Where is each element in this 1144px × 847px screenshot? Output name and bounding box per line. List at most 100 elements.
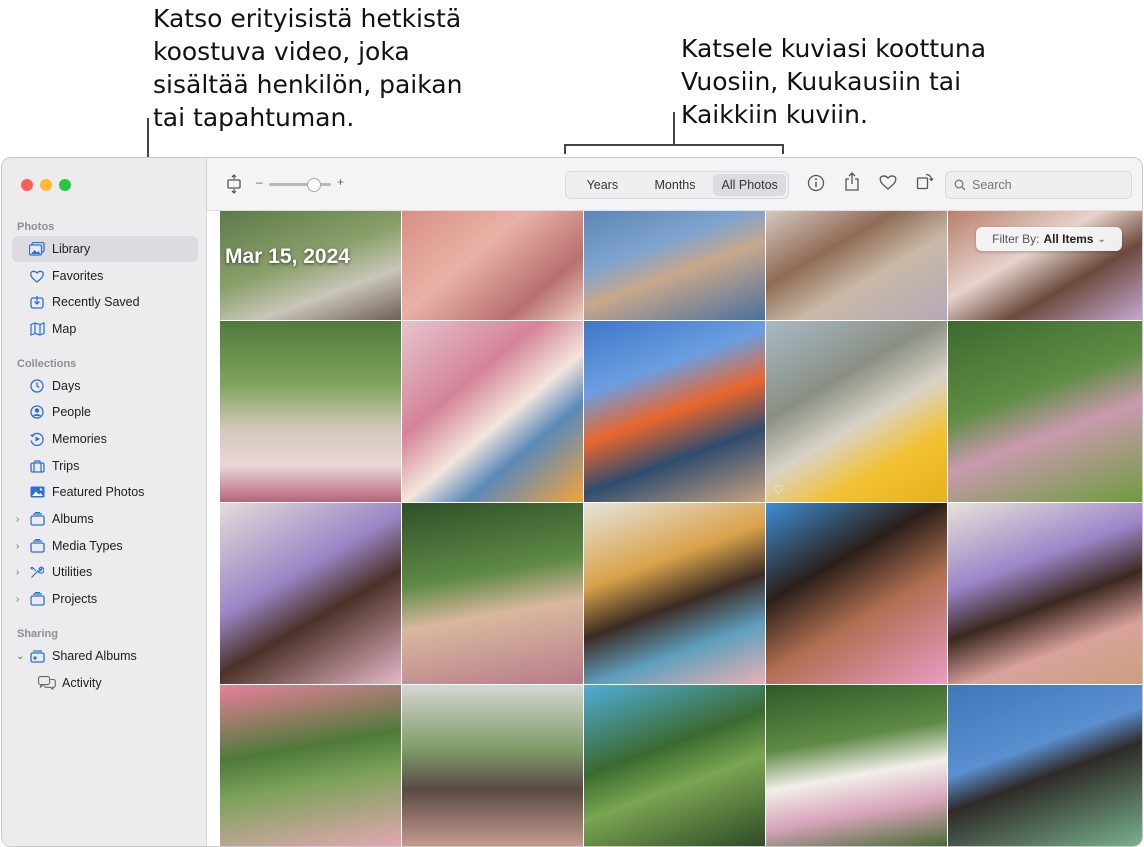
photo-thumbnail[interactable] xyxy=(584,685,765,846)
photo-thumbnail[interactable] xyxy=(766,503,947,684)
leader-line-views-right xyxy=(782,144,784,154)
chevron-down-icon: ⌄ xyxy=(1097,233,1106,245)
zoom-slider-knob[interactable] xyxy=(307,178,321,192)
photo-thumbnail[interactable] xyxy=(402,321,583,502)
leader-line-views-v xyxy=(673,112,675,145)
sidebar-item-featured-photos[interactable]: Featured Photos xyxy=(12,479,198,505)
search-icon xyxy=(954,179,966,191)
search-input[interactable] xyxy=(970,177,1124,193)
section-photos: Photos xyxy=(17,221,55,233)
section-collections: Collections xyxy=(17,358,77,370)
close-button[interactable] xyxy=(21,179,33,191)
photo-thumbnail[interactable] xyxy=(220,503,401,684)
filter-label: Filter By: xyxy=(992,232,1040,246)
share-icon[interactable] xyxy=(844,172,864,192)
photo-thumbnail[interactable] xyxy=(948,503,1142,684)
sidebar-item-label: Recently Saved xyxy=(52,295,140,309)
filter-value: All Items xyxy=(1043,232,1094,246)
sidebar-item-label: Projects xyxy=(52,592,98,606)
photo-thumbnail[interactable] xyxy=(402,503,583,684)
sidebar-item-days[interactable]: Days xyxy=(12,373,198,399)
zoom-slider[interactable] xyxy=(269,178,331,192)
sidebar-item-memories[interactable]: Memories xyxy=(12,426,198,452)
sidebar-item-label: Days xyxy=(52,379,81,393)
filter-by-button[interactable]: Filter By: All Items ⌄ xyxy=(976,227,1122,251)
sidebar-item-library[interactable]: Library xyxy=(12,236,198,262)
chevron-right-icon[interactable]: › xyxy=(16,514,19,525)
stack-icon xyxy=(28,510,46,528)
download-icon xyxy=(28,293,46,311)
suitcase-icon xyxy=(28,457,46,475)
sidebar-item-label: Utilities xyxy=(52,565,93,579)
photo-grid: Mar 15, 2024 Filter By: All Items ⌄ ♡ xyxy=(207,211,1142,846)
aspect-toggle-icon[interactable] xyxy=(225,174,245,194)
tab-all-photos[interactable]: All Photos xyxy=(713,174,787,196)
chevron-right-icon[interactable]: › xyxy=(16,594,19,605)
date-header: Mar 15, 2024 xyxy=(225,245,350,268)
sidebar-item-label: Albums xyxy=(52,512,94,526)
callout-memories: Katso erityisistä hetkistä koostuva vide… xyxy=(153,4,463,132)
sidebar-item-label: Memories xyxy=(52,432,107,446)
tab-months[interactable]: Months xyxy=(639,172,712,198)
view-segmented-control: Years Months All Photos xyxy=(565,171,789,199)
memories-icon xyxy=(28,430,46,448)
map-icon xyxy=(28,320,46,338)
photo-thumbnail[interactable] xyxy=(220,685,401,846)
photo-thumbnail[interactable] xyxy=(220,321,401,502)
library-icon xyxy=(28,240,46,258)
chat-icon xyxy=(38,674,56,692)
search-field[interactable] xyxy=(945,171,1132,199)
sidebar-item-recently-saved[interactable]: Recently Saved xyxy=(12,289,198,315)
stack-icon xyxy=(28,590,46,608)
sidebar-item-label: Library xyxy=(52,242,91,256)
zoom-button[interactable] xyxy=(59,179,71,191)
sidebar-item-people[interactable]: People xyxy=(12,399,198,425)
sidebar-item-label: Activity xyxy=(62,676,102,690)
photo-thumbnail[interactable] xyxy=(584,211,765,320)
tools-icon xyxy=(28,563,46,581)
sidebar-item-projects[interactable]: › Projects xyxy=(12,586,198,612)
favorite-heart-icon: ♡ xyxy=(773,483,784,497)
sidebar-item-label: Shared Albums xyxy=(52,649,137,663)
shared-stack-icon xyxy=(28,647,46,665)
photo-thumbnail[interactable] xyxy=(584,321,765,502)
sidebar-item-activity[interactable]: Activity xyxy=(22,670,208,696)
info-icon[interactable] xyxy=(807,174,827,194)
photo-thumbnail[interactable] xyxy=(402,685,583,846)
photo-thumbnail[interactable] xyxy=(766,685,947,846)
sidebar-item-favorites[interactable]: Favorites xyxy=(12,263,198,289)
leader-line-views-left xyxy=(564,144,566,154)
sidebar-item-albums[interactable]: › Albums xyxy=(12,506,198,532)
chevron-down-icon[interactable]: ⌄ xyxy=(16,651,24,662)
photo-thumbnail[interactable] xyxy=(948,685,1142,846)
photo-thumbnail[interactable] xyxy=(948,321,1142,502)
sidebar-item-trips[interactable]: Trips xyxy=(12,453,198,479)
callout-views: Katsele kuviasi koottuna Vuosiin, Kuukau… xyxy=(681,34,987,129)
sidebar-item-shared-albums[interactable]: ⌄ Shared Albums xyxy=(12,643,198,669)
chevron-right-icon[interactable]: › xyxy=(16,541,19,552)
toolbar: – + Years Months All Photos xyxy=(207,158,1142,211)
sidebar-item-label: Featured Photos xyxy=(52,485,145,499)
photo-thumbnail[interactable] xyxy=(766,321,947,502)
sidebar-item-label: People xyxy=(52,405,91,419)
sidebar-item-media-types[interactable]: › Media Types xyxy=(12,533,198,559)
sidebar-item-utilities[interactable]: › Utilities xyxy=(12,559,198,585)
sidebar-item-map[interactable]: Map xyxy=(12,316,198,342)
clock-icon xyxy=(28,377,46,395)
heart-icon xyxy=(28,267,46,285)
photo-thumbnail[interactable] xyxy=(766,211,947,320)
sidebar: Photos Library Favorites Recently Saved … xyxy=(2,158,207,846)
zoom-out-label[interactable]: – xyxy=(256,175,263,189)
heart-icon[interactable] xyxy=(879,174,899,194)
minimize-button[interactable] xyxy=(40,179,52,191)
sidebar-item-label: Map xyxy=(52,322,77,336)
sidebar-item-label: Trips xyxy=(52,459,80,473)
rotate-icon[interactable] xyxy=(916,172,936,192)
photo-thumbnail[interactable] xyxy=(402,211,583,320)
zoom-in-label[interactable]: + xyxy=(337,175,344,189)
leader-line-views-bracket xyxy=(564,144,784,146)
tab-years[interactable]: Years xyxy=(566,172,639,198)
chevron-right-icon[interactable]: › xyxy=(16,567,19,578)
photo-thumbnail[interactable] xyxy=(584,503,765,684)
section-sharing: Sharing xyxy=(17,628,58,640)
